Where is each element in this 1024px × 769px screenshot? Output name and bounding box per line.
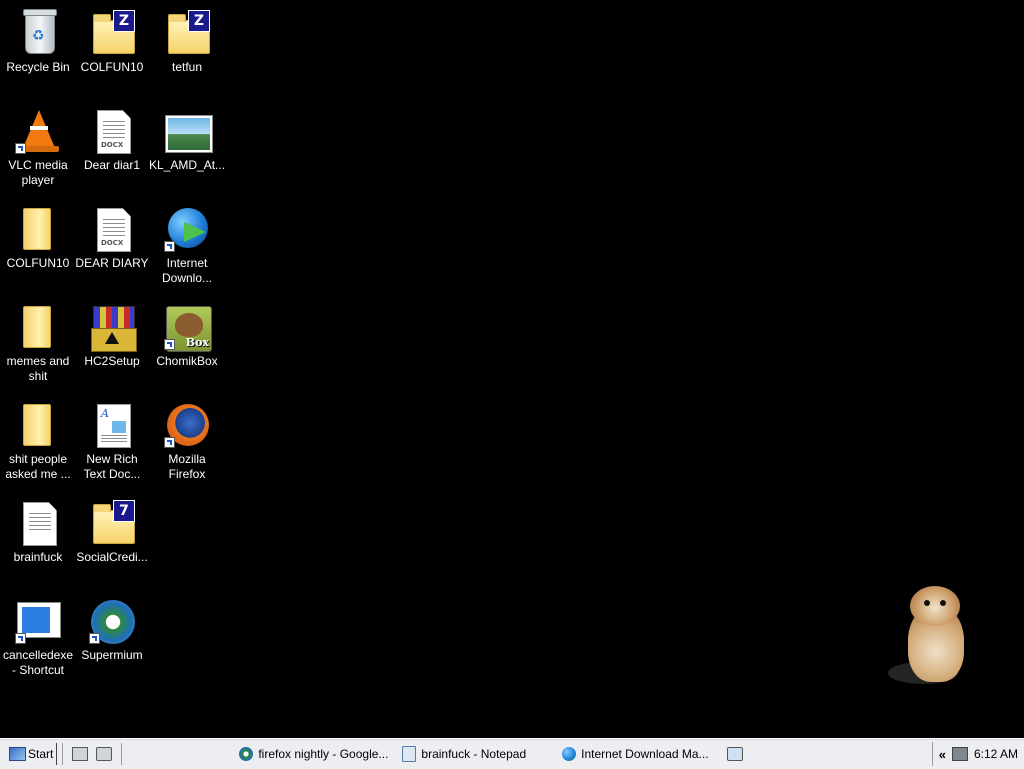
desktop-icon-label: Mozilla Firefox xyxy=(168,452,206,481)
taskbar-separator xyxy=(62,743,64,765)
desktop-icon-label: shit people asked me ... xyxy=(5,452,71,481)
rtf-document-icon: A xyxy=(87,400,137,450)
screenshot-icon[interactable] xyxy=(96,747,113,761)
desktop-icon-recycle-bin[interactable]: ♻ Recycle Bin xyxy=(0,4,76,94)
desktop-icon-label: cancelledexe - Shortcut xyxy=(2,648,74,677)
desktop-icon-label: memes and shit xyxy=(6,354,70,383)
desktop-icon-label: COLFUN10 xyxy=(80,60,144,74)
window-app-icon xyxy=(13,596,63,646)
desktop-icon-label: COLFUN10 xyxy=(6,256,70,270)
taskbar-button-notepad[interactable]: brainfuck - Notepad xyxy=(398,742,530,766)
zip-badge-icon: Z xyxy=(113,10,135,32)
shortcut-arrow-icon xyxy=(15,633,26,644)
taskbar-button-google-chrome[interactable]: firefox nightly - Google... xyxy=(235,742,392,766)
desktop-icon-colfun10-zip[interactable]: Z COLFUN10 xyxy=(74,4,150,94)
docx-icon: DOCX xyxy=(87,204,137,254)
taskbar-button-label: brainfuck - Notepad xyxy=(421,747,527,761)
desktop-icon-kl-amd-at[interactable]: KL_AMD_At... xyxy=(149,102,225,192)
hamster-head xyxy=(910,586,960,626)
taskbar-separator xyxy=(121,743,123,765)
desktop-icon-new-rich-text-doc[interactable]: A New Rich Text Doc... xyxy=(74,396,150,486)
system-tray: « 6:12 AM xyxy=(931,742,1024,766)
desktop-icon-label: New Rich Text Doc... xyxy=(83,452,141,481)
internet-download-manager-icon xyxy=(562,747,577,761)
shortcut-arrow-icon xyxy=(15,143,26,154)
text-file-icon xyxy=(13,498,63,548)
desktop-icon-memes-and-shit[interactable]: memes and shit xyxy=(0,298,76,388)
firefox-icon xyxy=(162,400,212,450)
camera-icon[interactable] xyxy=(726,747,743,761)
start-button[interactable]: Start xyxy=(6,743,58,765)
desktop-icon-hc2setup[interactable]: HC2Setup xyxy=(74,298,150,388)
taskbar-button-label: firefox nightly - Google... xyxy=(258,747,389,761)
desktop-icon-dear-diary[interactable]: DOCX DEAR DIARY xyxy=(74,200,150,290)
recycle-bin-icon: ♻ xyxy=(13,8,63,58)
desktop-icon-tetfun[interactable]: Z tetfun xyxy=(149,4,225,94)
supermium-icon xyxy=(87,596,137,646)
desktop-icon-label: tetfun xyxy=(171,60,203,74)
installer-icon xyxy=(87,302,137,352)
network-icon[interactable] xyxy=(951,747,968,761)
desktop-icon-label: Dear diar1 xyxy=(83,158,141,172)
desktop-icon-cancelledexe-shortcut[interactable]: cancelledexe - Shortcut xyxy=(0,592,76,682)
desktop-icon-label: ChomikBox xyxy=(156,354,218,368)
desktop-icon-mozilla-firefox[interactable]: Mozilla Firefox xyxy=(149,396,225,486)
7z-folder-icon: 7 xyxy=(87,498,137,548)
notepad-icon xyxy=(402,746,417,762)
image-file-icon xyxy=(162,106,213,156)
folder-icon xyxy=(13,204,63,254)
taskbar-button-label: Internet Download Ma... xyxy=(581,747,709,761)
clock[interactable]: 6:12 AM xyxy=(974,747,1018,761)
hamster-gadget[interactable] xyxy=(888,584,978,690)
folder-icon xyxy=(13,400,63,450)
desktop-icon-label: VLC media player xyxy=(8,158,68,187)
vlc-icon xyxy=(13,106,63,156)
tray-expand-chevron-icon[interactable]: « xyxy=(939,747,946,762)
7z-badge-icon: 7 xyxy=(113,500,135,522)
taskbar: Start firefox nightly - Google... brainf… xyxy=(0,738,1024,769)
desktop-icon-internet-download-manager[interactable]: Internet Downlo... xyxy=(149,200,225,290)
desktop-icon-label: Recycle Bin xyxy=(6,60,70,74)
folder-icon xyxy=(13,302,63,352)
desktop-icon-vlc-media-player[interactable]: VLC media player xyxy=(0,102,76,192)
chrome-icon xyxy=(239,747,254,761)
shortcut-arrow-icon xyxy=(164,339,175,350)
desktop-icon-colfun10-folder[interactable]: COLFUN10 xyxy=(0,200,76,290)
desktop-icon-label: KL_AMD_At... xyxy=(149,158,226,172)
taskbar-button-internet-download-manager[interactable]: Internet Download Ma... xyxy=(558,742,712,766)
chomikbox-icon: Box xyxy=(162,302,212,352)
desktop-icon-supermium[interactable]: Supermium xyxy=(74,592,150,682)
internet-download-manager-icon xyxy=(162,204,212,254)
desktop-icon-label: DEAR DIARY xyxy=(75,256,149,270)
shortcut-arrow-icon xyxy=(164,241,175,252)
desktop[interactable]: ♻ Recycle Bin VLC media player COLFUN10 … xyxy=(0,0,1024,738)
show-desktop-icon[interactable] xyxy=(72,747,89,761)
desktop-icon-dear-diar1[interactable]: DOCX Dear diar1 xyxy=(74,102,150,192)
desktop-icon-shit-people-asked-me[interactable]: shit people asked me ... xyxy=(0,396,76,486)
desktop-icon-chomikbox[interactable]: Box ChomikBox xyxy=(149,298,225,388)
zip-folder-icon: Z xyxy=(162,8,212,58)
desktop-icon-socialcredi[interactable]: 7 SocialCredi... xyxy=(74,494,150,584)
docx-icon: DOCX xyxy=(87,106,137,156)
desktop-icon-label: brainfuck xyxy=(13,550,63,564)
zip-badge-icon: Z xyxy=(188,10,210,32)
shortcut-arrow-icon xyxy=(164,437,175,448)
desktop-icon-label: Internet Downlo... xyxy=(161,256,213,285)
desktop-icon-brainfuck[interactable]: brainfuck xyxy=(0,494,76,584)
desktop-icon-label: Supermium xyxy=(81,648,143,662)
desktop-icon-label: HC2Setup xyxy=(84,354,140,368)
zip-folder-icon: Z xyxy=(87,8,137,58)
desktop-icon-label: SocialCredi... xyxy=(76,550,148,564)
start-logo-icon xyxy=(9,747,26,761)
shortcut-arrow-icon xyxy=(89,633,100,644)
start-label: Start xyxy=(28,747,54,761)
